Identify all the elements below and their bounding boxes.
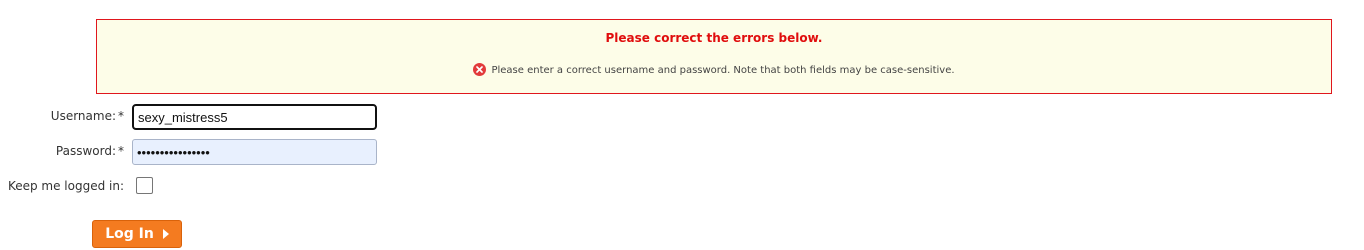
- login-button-label: Log In: [105, 226, 154, 242]
- required-marker: *: [118, 144, 124, 158]
- remember-label: Keep me logged in:: [7, 179, 124, 193]
- error-panel: Please correct the errors below. Please …: [96, 19, 1332, 94]
- error-title: Please correct the errors below.: [605, 31, 823, 45]
- required-marker: *: [118, 109, 124, 123]
- error-circle-icon: [473, 63, 487, 76]
- login-button[interactable]: Log In: [92, 220, 182, 248]
- password-label: Password: *: [55, 144, 124, 158]
- username-label: Username: *: [50, 109, 124, 123]
- error-message-row: Please enter a correct username and pass…: [97, 63, 1331, 77]
- password-input[interactable]: [132, 139, 377, 165]
- caret-right-icon: [162, 229, 169, 239]
- error-message: Please enter a correct username and pass…: [491, 65, 955, 76]
- keep-logged-in-checkbox[interactable]: [136, 177, 153, 194]
- username-input[interactable]: [132, 104, 377, 130]
